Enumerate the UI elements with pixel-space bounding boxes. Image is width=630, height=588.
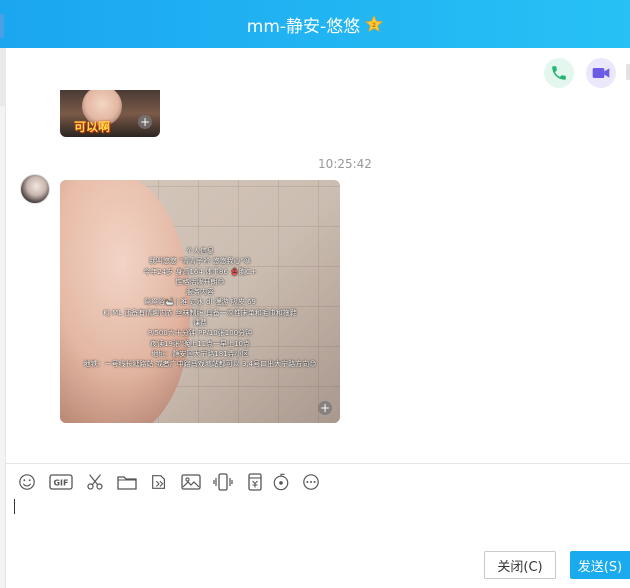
voice-call-button[interactable] — [544, 58, 574, 88]
file-transfer-icon — [152, 475, 165, 489]
sender-avatar[interactable] — [20, 174, 50, 204]
message-timestamp: 10:25:42 — [0, 157, 630, 171]
image-text-line: P/500六十分钟 PP/10张100分钟 — [147, 329, 253, 338]
title-bar-edge — [0, 14, 4, 38]
more-icon — [303, 474, 319, 490]
image-text-line: 服务内容 — [186, 288, 214, 297]
image-text-line: 课费 — [193, 319, 207, 328]
video-call-button[interactable] — [586, 58, 616, 88]
message-input[interactable] — [6, 497, 630, 547]
scissors-icon — [87, 474, 103, 490]
timestamp-text: 10:25:42 — [318, 157, 372, 171]
image-text-line: 地铁：一号线长延路站 或者广中路马戏城站都可以 3,4号口出大宁路方向😊 — [83, 360, 317, 369]
image-message-2[interactable]: 个人信息 我叫悠悠 "青青子衿 悠悠我心"😀 今年24岁 身高164 体重86 … — [60, 180, 340, 423]
panel-toggle-handle[interactable] — [626, 64, 630, 80]
emoji-button[interactable] — [16, 472, 38, 492]
video-camera-icon — [592, 68, 610, 78]
gif-label: GIF — [53, 479, 68, 488]
more-button[interactable] — [300, 472, 322, 492]
gif-icon: GIF — [49, 474, 73, 490]
image-icon — [181, 474, 201, 490]
screenshot-button[interactable] — [84, 472, 106, 492]
zoom-icon[interactable]: + — [138, 115, 152, 129]
file-transfer-button[interactable] — [148, 472, 170, 492]
close-button[interactable]: 关闭(C) — [484, 551, 556, 579]
image-message-1[interactable]: 可以啊 + — [60, 90, 160, 137]
music-button[interactable] — [270, 472, 292, 492]
title-bar: mm-静安-悠悠 2 — [0, 0, 630, 48]
svg-text:2: 2 — [372, 22, 376, 29]
image-overlay-text: 个人信息 我叫悠悠 "青青子衿 悠悠我心"😀 今年24岁 身高164 体重86 … — [60, 246, 340, 370]
shake-icon — [213, 473, 233, 491]
music-icon — [273, 473, 289, 491]
image-text-line: 个人信息 — [186, 247, 214, 255]
image-text-line: KJ ML 还备有情趣内衣 丝袜制服 具备一次性床单和毛巾和拖鞋 — [103, 308, 297, 317]
send-button[interactable]: 发送(S) — [570, 551, 630, 579]
red-packet-button[interactable] — [244, 472, 266, 492]
smiley-icon — [19, 474, 35, 490]
image-text-line: 鸳鸯浴🛀 | 推 过水 dl 漫游 吸皮 69 — [144, 298, 256, 307]
zoom-icon[interactable]: + — [318, 401, 332, 415]
send-image-button[interactable] — [180, 472, 202, 492]
image-text-line: 我叫悠悠 "青青子衿 悠悠我心"😀 — [148, 257, 252, 266]
red-packet-icon — [248, 473, 262, 491]
star-badge-icon: 2 — [365, 14, 384, 33]
image-caption: 可以啊 — [74, 120, 111, 134]
phone-icon — [552, 66, 566, 80]
text-caret — [14, 499, 15, 514]
image-text-line: 性格活泼开朗😊 — [175, 277, 225, 286]
chat-title: mm-静安-悠悠 — [246, 16, 361, 37]
input-toolbar: GIF — [6, 463, 630, 497]
left-panel-edge-dark — [0, 48, 6, 106]
image-text-line: 夜读19张"晚上11点一早上10点 — [150, 339, 250, 348]
folder-icon — [117, 476, 137, 490]
send-file-button[interactable] — [116, 472, 138, 492]
image-text-line: 今年24岁 身高164 体重86 👙胸C+ — [143, 267, 257, 276]
image-text-line: 地址：静安区大宁路181弄小区 — [151, 349, 249, 358]
shake-button[interactable] — [212, 472, 234, 492]
gif-button[interactable]: GIF — [48, 472, 74, 492]
